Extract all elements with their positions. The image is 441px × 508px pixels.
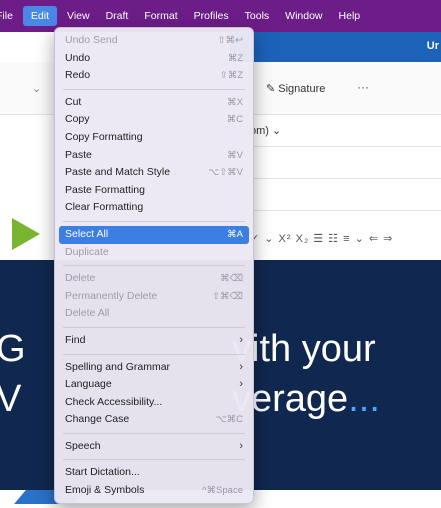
chevron-down-icon[interactable]: ⌄ (32, 82, 41, 95)
pointer-arrow-icon (12, 218, 40, 250)
menu-item-duplicate[interactable]: Duplicate (55, 244, 253, 262)
menu-help[interactable]: Help (331, 6, 369, 26)
menu-separator (63, 220, 245, 222)
menu-item-emoji-symbols[interactable]: Emoji & Symbols ^⌘Space (55, 482, 253, 500)
divider (250, 114, 441, 115)
shortcut: ⌘X (227, 96, 243, 108)
label: Paste and Match Style (65, 166, 171, 179)
label: Check Accessibility... (65, 395, 163, 408)
shortcut: ⌘C (226, 114, 243, 126)
shortcut: ⇧⌘↩ (217, 35, 243, 46)
menu-item-find[interactable]: Find › (55, 332, 253, 350)
menu-item-permanently-delete[interactable]: Permanently Delete ⇧⌘⌫ (55, 288, 253, 306)
label: Redo (65, 69, 91, 82)
label: Change Case (65, 413, 130, 426)
label: Undo (65, 51, 91, 64)
label: Delete (65, 272, 96, 285)
menu-item-change-case[interactable]: Change Case ⌥⌘C (55, 411, 253, 429)
label: Start Dictation... (65, 466, 140, 479)
label: Select All (65, 227, 109, 240)
label: Duplicate (65, 245, 109, 258)
menu-item-check-accessibility[interactable]: Check Accessibility... (55, 394, 253, 412)
divider (250, 178, 441, 179)
chevron-right-icon: › (239, 360, 243, 373)
menu-file[interactable]: File (0, 6, 21, 26)
window-header: Ur (230, 32, 441, 62)
shortcut: ⌘A (227, 228, 243, 240)
menu-item-delete-all[interactable]: Delete All (55, 305, 253, 323)
chevron-right-icon: › (239, 378, 243, 391)
menu-item-select-all[interactable]: Select All ⌘A (59, 225, 249, 244)
menu-item-delete[interactable]: Delete ⌘⌫ (55, 270, 253, 288)
from-field[interactable]: om) ⌄ (250, 124, 281, 137)
banner-line-2: verage... (232, 378, 380, 421)
menu-separator (63, 353, 245, 355)
menu-edit[interactable]: Edit (22, 6, 58, 26)
label: Emoji & Symbols (65, 484, 145, 497)
label: Paste (65, 148, 92, 161)
menu-item-redo[interactable]: Redo ⇧⌘Z (55, 67, 253, 85)
label: Delete All (65, 307, 110, 320)
signature-button[interactable]: ✎ Signature (266, 82, 325, 95)
label: Language (65, 378, 112, 391)
menu-draft[interactable]: Draft (98, 6, 137, 26)
menu-format[interactable]: Format (136, 6, 185, 26)
label: Copy (65, 113, 90, 126)
menu-separator (63, 459, 245, 461)
menu-item-undo-send[interactable]: Undo Send ⇧⌘↩ (55, 32, 253, 50)
menu-separator (63, 326, 245, 328)
shortcut: ⌥⌘C (215, 414, 243, 426)
menu-window[interactable]: Window (277, 6, 330, 26)
shortcut: ⌥⇧⌘V (208, 167, 243, 179)
shortcut: ⌘V (227, 149, 243, 161)
format-toolbar[interactable]: ✓ ⌄ X² X₂ ☰ ☷ ≡ ⌄ ⇐ ⇒ (250, 232, 393, 245)
menu-item-paste-match-style[interactable]: Paste and Match Style ⌥⇧⌘V (55, 164, 253, 182)
label: Copy Formatting (65, 130, 143, 143)
label: Speech (65, 439, 101, 452)
banner-dots: ... (348, 378, 380, 420)
menu-item-paste[interactable]: Paste ⌘V (55, 147, 253, 165)
menu-item-spelling-grammar[interactable]: Spelling and Grammar › (55, 359, 253, 377)
shortcut: ⇧⌘⌫ (212, 290, 243, 302)
menu-view[interactable]: View (59, 6, 98, 26)
chevron-right-icon: › (239, 439, 243, 452)
menu-tools[interactable]: Tools (237, 6, 278, 26)
label: Paste Formatting (65, 183, 145, 196)
label: Clear Formatting (65, 201, 144, 214)
divider (250, 210, 441, 211)
more-options-button[interactable]: ··· (357, 80, 369, 94)
menu-profiles[interactable]: Profiles (186, 6, 237, 26)
banner-text-fragment: V (0, 378, 22, 420)
banner-text-fragment: G (0, 328, 26, 370)
menu-item-start-dictation[interactable]: Start Dictation... (55, 464, 253, 482)
label: Cut (65, 95, 82, 108)
menu-item-clear-formatting[interactable]: Clear Formatting (55, 199, 253, 217)
signature-label: Signature (278, 83, 326, 95)
shortcut: ⇧⌘Z (219, 70, 243, 82)
edit-menu: Undo Send ⇧⌘↩ Undo ⌘Z Redo ⇧⌘Z Cut ⌘X Copy ⌘C… (54, 27, 254, 504)
label: Undo Send (65, 34, 118, 46)
menu-item-cut[interactable]: Cut ⌘X (55, 94, 253, 112)
menu-separator (63, 432, 245, 434)
shortcut: ⌘⌫ (220, 273, 243, 285)
menu-item-speech[interactable]: Speech › (55, 438, 253, 456)
menu-separator (63, 265, 245, 267)
header-text: Ur (426, 40, 439, 52)
menu-item-copy-formatting[interactable]: Copy Formatting (55, 129, 253, 147)
shortcut: ⌘Z (227, 52, 243, 64)
label: Find (65, 333, 86, 346)
menu-item-copy[interactable]: Copy ⌘C (55, 111, 253, 129)
menu-item-language[interactable]: Language › (55, 376, 253, 394)
label: Permanently Delete (65, 289, 158, 302)
shortcut: ^⌘Space (202, 485, 243, 497)
divider (250, 146, 441, 147)
menu-item-paste-formatting[interactable]: Paste Formatting (55, 182, 253, 200)
label: Spelling and Grammar (65, 360, 171, 373)
menu-item-undo[interactable]: Undo ⌘Z (55, 50, 253, 68)
menu-separator (63, 88, 245, 90)
pen-icon: ✎ (266, 83, 276, 95)
chevron-right-icon: › (239, 333, 243, 346)
